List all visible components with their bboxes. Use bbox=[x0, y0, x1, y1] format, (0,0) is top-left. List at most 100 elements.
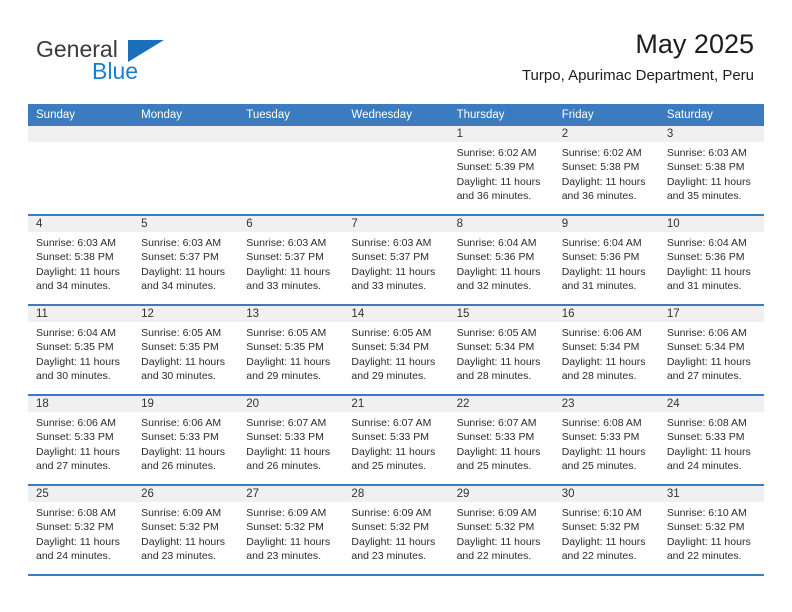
day-cell[interactable]: 26 Sunrise: 6:09 AM Sunset: 5:32 PM Dayl… bbox=[133, 486, 239, 574]
sunrise-text: Sunrise: 6:10 AM bbox=[561, 507, 642, 519]
day-number: 31 bbox=[658, 486, 764, 502]
daylight-text-line1: Daylight: 11 hours bbox=[561, 355, 646, 368]
calendar-week-row: 4 Sunrise: 6:03 AM Sunset: 5:38 PM Dayli… bbox=[28, 216, 764, 306]
day-cell[interactable]: 5 Sunrise: 6:03 AM Sunset: 5:37 PM Dayli… bbox=[133, 216, 239, 304]
day-cell[interactable]: 3 Sunrise: 6:03 AM Sunset: 5:38 PM Dayli… bbox=[658, 126, 764, 214]
title-block: May 2025 Turpo, Apurimac Department, Per… bbox=[522, 28, 754, 86]
day-details: Sunrise: 6:05 AM Sunset: 5:35 PM Dayligh… bbox=[133, 322, 238, 384]
day-cell[interactable]: 24 Sunrise: 6:08 AM Sunset: 5:33 PM Dayl… bbox=[658, 396, 764, 484]
weekday-sunday: Sunday bbox=[36, 109, 76, 121]
sunset-text: Sunset: 5:36 PM bbox=[561, 251, 640, 264]
day-cell[interactable]: 1 Sunrise: 6:02 AM Sunset: 5:39 PM Dayli… bbox=[448, 126, 554, 214]
day-cell[interactable]: 11 Sunrise: 6:04 AM Sunset: 5:35 PM Dayl… bbox=[28, 306, 134, 394]
day-cell[interactable]: 29 Sunrise: 6:09 AM Sunset: 5:32 PM Dayl… bbox=[448, 486, 554, 574]
day-details: Sunrise: 6:07 AM Sunset: 5:33 PM Dayligh… bbox=[238, 412, 343, 474]
sunset-text: Sunset: 5:32 PM bbox=[666, 521, 745, 534]
day-cell[interactable]: 16 Sunrise: 6:06 AM Sunset: 5:34 PM Dayl… bbox=[553, 306, 659, 394]
sunset-text: Sunset: 5:35 PM bbox=[141, 341, 219, 354]
daylight-text-line1: Daylight: 11 hours bbox=[351, 535, 436, 548]
day-number: 23 bbox=[553, 396, 659, 412]
day-cell[interactable]: 27 Sunrise: 6:09 AM Sunset: 5:32 PM Dayl… bbox=[238, 486, 344, 574]
day-cell[interactable] bbox=[28, 126, 134, 214]
sunrise-text: Sunrise: 6:05 AM bbox=[141, 327, 222, 339]
day-cell[interactable]: 10 Sunrise: 6:04 AM Sunset: 5:36 PM Dayl… bbox=[658, 216, 764, 304]
day-details: Sunrise: 6:06 AM Sunset: 5:34 PM Dayligh… bbox=[659, 322, 764, 384]
day-cell[interactable]: 25 Sunrise: 6:08 AM Sunset: 5:32 PM Dayl… bbox=[28, 486, 134, 574]
day-details: Sunrise: 6:08 AM Sunset: 5:32 PM Dayligh… bbox=[28, 502, 133, 564]
day-cell[interactable]: 17 Sunrise: 6:06 AM Sunset: 5:34 PM Dayl… bbox=[658, 306, 764, 394]
day-cell[interactable]: 13 Sunrise: 6:05 AM Sunset: 5:35 PM Dayl… bbox=[238, 306, 344, 394]
daylight-text-line1: Daylight: 11 hours bbox=[561, 175, 646, 188]
daylight-text-line1: Daylight: 11 hours bbox=[666, 175, 751, 188]
daylight-text-line1: Daylight: 11 hours bbox=[246, 355, 331, 368]
day-cell[interactable]: 2 Sunrise: 6:02 AM Sunset: 5:38 PM Dayli… bbox=[553, 126, 659, 214]
daylight-text-line2: and 35 minutes. bbox=[666, 190, 742, 203]
daylight-text-line2: and 27 minutes. bbox=[666, 370, 742, 383]
daylight-text-line2: and 22 minutes. bbox=[666, 550, 742, 563]
day-number: 3 bbox=[658, 126, 764, 142]
day-cell[interactable]: 19 Sunrise: 6:06 AM Sunset: 5:33 PM Dayl… bbox=[133, 396, 239, 484]
day-cell[interactable] bbox=[343, 126, 449, 214]
day-cell[interactable]: 31 Sunrise: 6:10 AM Sunset: 5:32 PM Dayl… bbox=[658, 486, 764, 574]
sunset-text: Sunset: 5:32 PM bbox=[36, 521, 114, 534]
day-number: 27 bbox=[238, 486, 344, 502]
daylight-text-line1: Daylight: 11 hours bbox=[456, 265, 541, 278]
day-cell[interactable]: 18 Sunrise: 6:06 AM Sunset: 5:33 PM Dayl… bbox=[28, 396, 134, 484]
day-number bbox=[238, 126, 344, 142]
day-cell[interactable]: 6 Sunrise: 6:03 AM Sunset: 5:37 PM Dayli… bbox=[238, 216, 344, 304]
sunset-text: Sunset: 5:37 PM bbox=[351, 251, 430, 264]
weekday-monday: Monday bbox=[141, 109, 183, 121]
sunset-text: Sunset: 5:32 PM bbox=[141, 521, 219, 534]
day-cell[interactable]: 14 Sunrise: 6:05 AM Sunset: 5:34 PM Dayl… bbox=[343, 306, 449, 394]
day-details: Sunrise: 6:07 AM Sunset: 5:33 PM Dayligh… bbox=[449, 412, 554, 474]
day-cell[interactable]: 7 Sunrise: 6:03 AM Sunset: 5:37 PM Dayli… bbox=[343, 216, 449, 304]
day-details: Sunrise: 6:08 AM Sunset: 5:33 PM Dayligh… bbox=[659, 412, 764, 474]
daylight-text-line1: Daylight: 11 hours bbox=[456, 445, 541, 458]
weekday-tuesday: Tuesday bbox=[246, 109, 290, 121]
sunrise-text: Sunrise: 6:04 AM bbox=[36, 327, 116, 339]
day-cell[interactable]: 21 Sunrise: 6:07 AM Sunset: 5:33 PM Dayl… bbox=[343, 396, 449, 484]
day-number: 24 bbox=[658, 396, 764, 412]
sunrise-text: Sunrise: 6:06 AM bbox=[561, 327, 642, 339]
day-number: 2 bbox=[553, 126, 659, 142]
day-details: Sunrise: 6:09 AM Sunset: 5:32 PM Dayligh… bbox=[449, 502, 554, 564]
day-cell[interactable]: 20 Sunrise: 6:07 AM Sunset: 5:33 PM Dayl… bbox=[238, 396, 344, 484]
daylight-text-line2: and 28 minutes. bbox=[561, 370, 637, 383]
day-details: Sunrise: 6:06 AM Sunset: 5:34 PM Dayligh… bbox=[554, 322, 659, 384]
day-cell[interactable]: 23 Sunrise: 6:08 AM Sunset: 5:33 PM Dayl… bbox=[553, 396, 659, 484]
daylight-text-line2: and 29 minutes. bbox=[351, 370, 427, 383]
day-cell[interactable] bbox=[238, 126, 344, 214]
daylight-text-line1: Daylight: 11 hours bbox=[246, 535, 331, 548]
day-details: Sunrise: 6:05 AM Sunset: 5:35 PM Dayligh… bbox=[238, 322, 343, 384]
day-details: Sunrise: 6:05 AM Sunset: 5:34 PM Dayligh… bbox=[343, 322, 448, 384]
sunrise-text: Sunrise: 6:02 AM bbox=[561, 147, 642, 159]
sunrise-text: Sunrise: 6:03 AM bbox=[36, 237, 116, 249]
day-cell[interactable]: 8 Sunrise: 6:04 AM Sunset: 5:36 PM Dayli… bbox=[448, 216, 554, 304]
day-details: Sunrise: 6:03 AM Sunset: 5:38 PM Dayligh… bbox=[28, 232, 133, 294]
daylight-text-line2: and 30 minutes. bbox=[36, 370, 111, 383]
day-number: 19 bbox=[133, 396, 239, 412]
weekday-wednesday: Wednesday bbox=[351, 109, 412, 121]
day-cell[interactable]: 22 Sunrise: 6:07 AM Sunset: 5:33 PM Dayl… bbox=[448, 396, 554, 484]
day-number: 9 bbox=[553, 216, 659, 232]
daylight-text-line1: Daylight: 11 hours bbox=[666, 445, 751, 458]
daylight-text-line2: and 30 minutes. bbox=[141, 370, 216, 383]
day-cell[interactable] bbox=[133, 126, 239, 214]
generalblue-logo[interactable]: General Blue bbox=[36, 36, 216, 84]
daylight-text-line1: Daylight: 11 hours bbox=[351, 265, 436, 278]
sunrise-text: Sunrise: 6:04 AM bbox=[561, 237, 642, 249]
daylight-text-line1: Daylight: 11 hours bbox=[561, 265, 646, 278]
sunset-text: Sunset: 5:32 PM bbox=[246, 521, 324, 534]
day-number: 1 bbox=[448, 126, 554, 142]
daylight-text-line2: and 36 minutes. bbox=[456, 190, 532, 203]
sunrise-text: Sunrise: 6:09 AM bbox=[456, 507, 537, 519]
day-cell[interactable]: 9 Sunrise: 6:04 AM Sunset: 5:36 PM Dayli… bbox=[553, 216, 659, 304]
day-cell[interactable]: 30 Sunrise: 6:10 AM Sunset: 5:32 PM Dayl… bbox=[553, 486, 659, 574]
day-cell[interactable]: 4 Sunrise: 6:03 AM Sunset: 5:38 PM Dayli… bbox=[28, 216, 134, 304]
daylight-text-line1: Daylight: 11 hours bbox=[141, 535, 225, 548]
day-cell[interactable]: 15 Sunrise: 6:05 AM Sunset: 5:34 PM Dayl… bbox=[448, 306, 554, 394]
sunset-text: Sunset: 5:33 PM bbox=[246, 431, 324, 444]
day-cell[interactable]: 12 Sunrise: 6:05 AM Sunset: 5:35 PM Dayl… bbox=[133, 306, 239, 394]
sunrise-text: Sunrise: 6:05 AM bbox=[456, 327, 537, 339]
day-cell[interactable]: 28 Sunrise: 6:09 AM Sunset: 5:32 PM Dayl… bbox=[343, 486, 449, 574]
